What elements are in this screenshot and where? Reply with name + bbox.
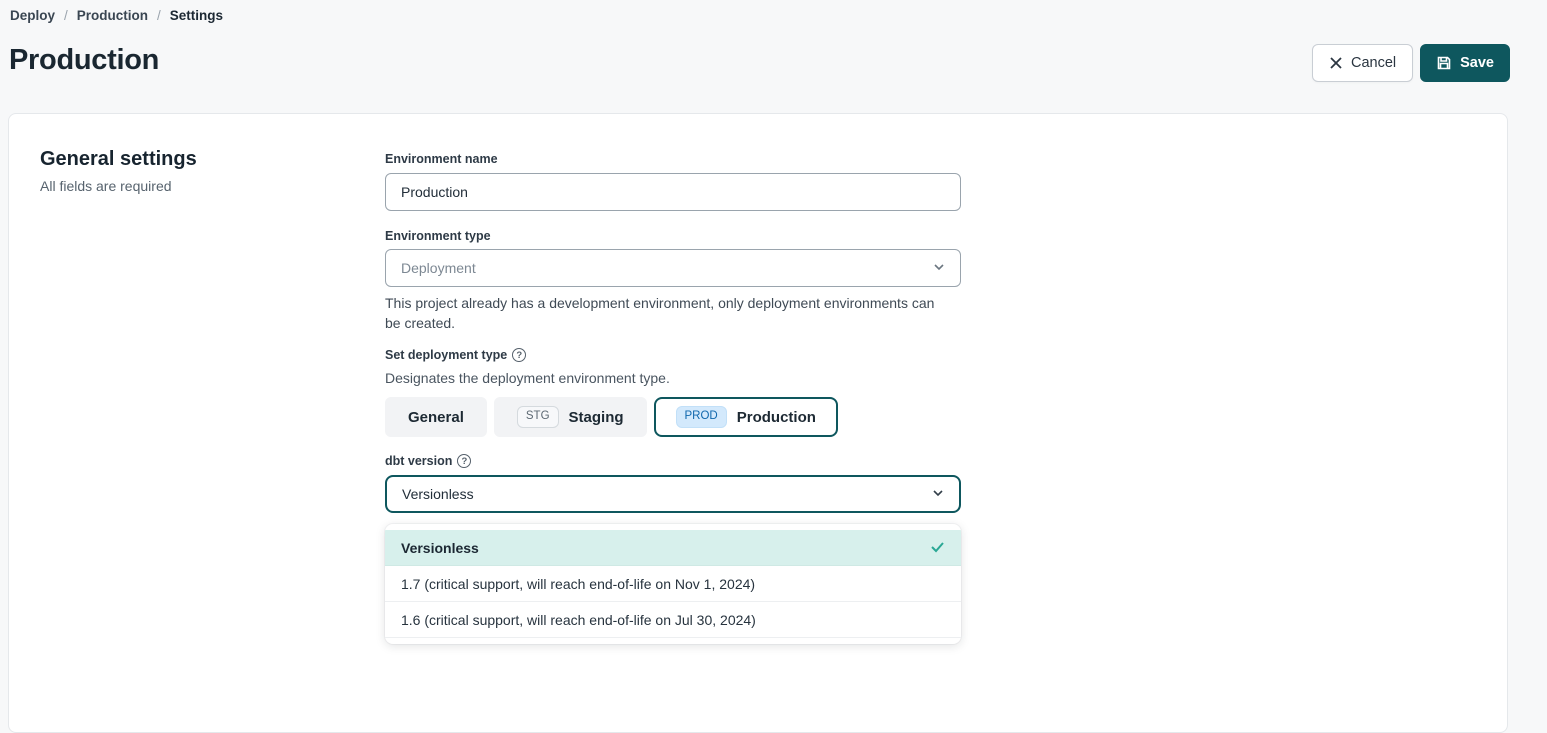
breadcrumb-production[interactable]: Production [77,8,148,23]
dropdown-option-1-7[interactable]: 1.7 (critical support, will reach end-of… [385,566,961,602]
page-title: Production [9,44,159,77]
save-button-label: Save [1460,55,1494,71]
header-actions: Cancel Save [1312,44,1510,82]
dbt-version-label: dbt version ? [385,454,471,468]
dbt-version-dropdown: Versionless 1.7 (critical support, will … [385,524,961,644]
option-label: Versionless [401,540,479,556]
breadcrumb-separator: / [64,8,68,23]
environment-type-select[interactable]: Deployment [385,249,961,287]
breadcrumb-deploy[interactable]: Deploy [10,8,55,23]
deployment-type-label-text: Set deployment type [385,348,507,362]
environment-name-label-text: Environment name [385,152,498,166]
section-subtitle: All fields are required [40,178,172,194]
dropdown-option-versionless[interactable]: Versionless [385,530,961,566]
chevron-down-icon [933,260,945,276]
staging-button-label: Staging [569,409,624,426]
environment-name-input[interactable] [385,173,961,211]
help-question-icon[interactable]: ? [457,454,471,468]
close-icon [1329,56,1343,70]
deployment-type-staging-button[interactable]: STG Staging [494,397,647,437]
production-button-label: Production [737,409,816,426]
option-label: 1.6 (critical support, will reach end-of… [401,612,756,628]
general-button-label: General [408,409,464,426]
cancel-button-label: Cancel [1351,55,1396,71]
checkmark-icon [930,539,945,557]
breadcrumb: Deploy / Production / Settings [10,8,223,23]
save-button[interactable]: Save [1420,44,1510,82]
breadcrumb-separator: / [157,8,161,23]
cancel-button[interactable]: Cancel [1312,44,1413,82]
section-title: General settings [40,148,197,171]
deployment-type-description: Designates the deployment environment ty… [385,370,670,386]
help-question-icon[interactable]: ? [512,348,526,362]
dropdown-option-1-6[interactable]: 1.6 (critical support, will reach end-of… [385,602,961,638]
breadcrumb-settings[interactable]: Settings [170,8,223,23]
deployment-type-options: General STG Staging PROD Production [385,397,838,437]
save-icon [1436,55,1452,71]
environment-type-label-text: Environment type [385,229,491,243]
deployment-type-label: Set deployment type ? [385,348,526,362]
dbt-version-label-text: dbt version [385,454,452,468]
environment-type-label: Environment type [385,229,491,243]
deployment-type-production-button[interactable]: PROD Production [654,397,838,437]
dbt-version-value: Versionless [402,486,474,502]
chevron-down-icon [932,486,944,502]
dbt-version-select[interactable]: Versionless [385,475,961,513]
environment-type-help-text: This project already has a development e… [385,293,941,333]
option-label: 1.7 (critical support, will reach end-of… [401,576,755,592]
environment-type-value: Deployment [401,260,476,276]
environment-name-label: Environment name [385,152,498,166]
prod-badge: PROD [676,406,727,428]
deployment-type-general-button[interactable]: General [385,397,487,437]
staging-badge: STG [517,406,559,428]
